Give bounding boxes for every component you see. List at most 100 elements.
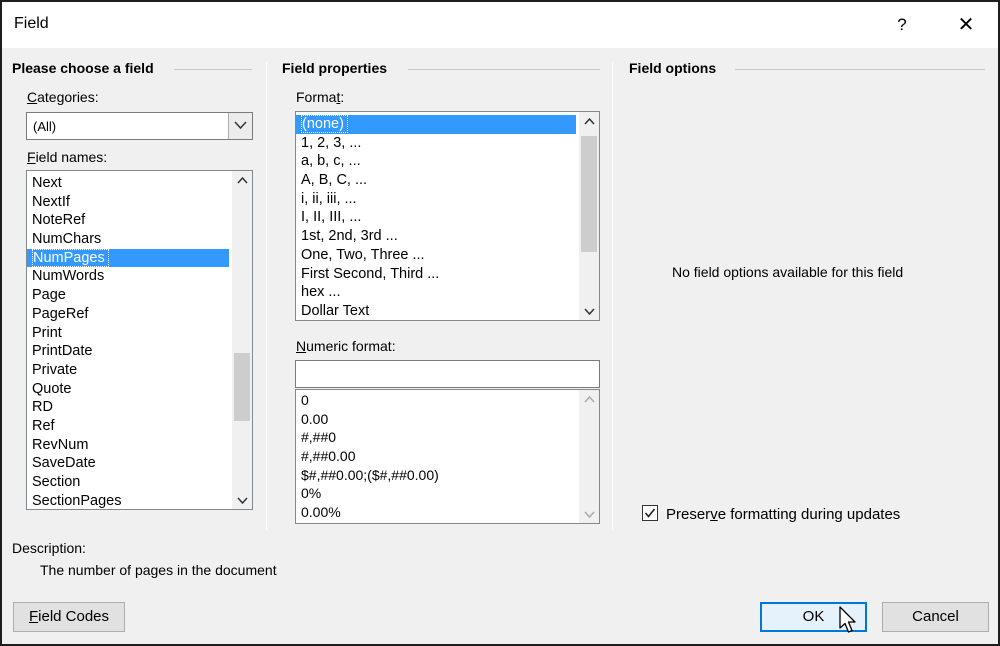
close-button[interactable]: ✕ (946, 8, 986, 42)
format-item-label: I, II, III, ... (301, 209, 362, 226)
format-scrollbar[interactable] (579, 112, 599, 320)
panel-separator (612, 62, 613, 530)
format-item-label: a, b, c, ... (301, 153, 361, 170)
format-item[interactable]: i, ii, iii, ... (296, 190, 576, 209)
scroll-down-button[interactable] (232, 491, 252, 509)
field-name-item[interactable]: RD (27, 398, 229, 417)
chevron-up-icon (584, 118, 595, 125)
field-name-item[interactable]: PrintDate (27, 342, 229, 361)
group-divider (735, 69, 985, 70)
numeric-format-item[interactable]: $#,##0.00;($#,##0.00) (296, 466, 576, 485)
preserve-formatting-checkbox[interactable] (642, 505, 658, 521)
numeric-format-item[interactable]: 0 (296, 391, 576, 410)
format-item[interactable]: Dollar Text (296, 302, 576, 320)
field-name-item[interactable]: Next (27, 174, 229, 193)
group-divider (408, 69, 600, 70)
scroll-down-button[interactable] (579, 302, 599, 320)
format-item-label: A, B, C, ... (301, 172, 368, 189)
numeric-format-item[interactable]: 0% (296, 484, 576, 503)
field-name-item-label: PageRef (32, 305, 89, 322)
scroll-thumb[interactable] (581, 136, 597, 252)
field-name-item[interactable]: SaveDate (27, 454, 229, 473)
field-name-item-label: Next (32, 175, 62, 191)
numeric-format-item-label: 0.00% (301, 504, 341, 521)
scroll-up-button[interactable] (232, 171, 252, 189)
scroll-thumb[interactable] (234, 353, 250, 421)
field-name-item[interactable]: NumPages (27, 248, 229, 268)
format-item[interactable]: 1, 2, 3, ... (296, 134, 576, 153)
format-item[interactable]: (none) (296, 115, 576, 134)
field-codes-button[interactable]: Field Codes (13, 602, 125, 632)
format-label: Format: (296, 89, 345, 105)
format-item[interactable]: a, b, c, ... (296, 152, 576, 171)
format-item-label: One, Two, Three ... (301, 246, 425, 263)
format-item-label: hex ... (301, 284, 341, 301)
help-button[interactable]: ? (882, 8, 922, 42)
field-options-group-title: Field options (629, 60, 717, 76)
field-name-item[interactable]: Print (27, 324, 229, 343)
field-name-item[interactable]: Private (27, 361, 229, 380)
format-item-label: 1st, 2nd, 3rd ... (301, 228, 398, 245)
field-name-item[interactable]: PageRef (27, 305, 229, 324)
cancel-button[interactable]: Cancel (882, 602, 989, 632)
numeric-format-item[interactable]: 0.00% (296, 503, 576, 522)
dropdown-button[interactable] (228, 113, 252, 139)
format-item[interactable]: hex ... (296, 283, 576, 302)
chevron-up-icon (584, 396, 595, 403)
format-item-label: First Second, Third ... (301, 265, 440, 282)
format-item[interactable]: I, II, III, ... (296, 208, 576, 227)
chevron-up-icon (237, 177, 248, 184)
numeric-format-item[interactable]: #,##0.00 (296, 447, 576, 466)
field-names-items: Next NextIf NoteRef NumChars NumPages NumWord… (27, 174, 229, 509)
scroll-down-button[interactable] (579, 505, 599, 523)
field-name-item[interactable]: NumChars (27, 230, 229, 249)
field-name-item-label: NoteRef (32, 212, 86, 229)
format-item[interactable]: A, B, C, ... (296, 171, 576, 190)
field-name-item-label: NumChars (32, 231, 102, 248)
numeric-format-item-label: 0% (301, 485, 322, 502)
field-name-item-label: NextIf (32, 193, 70, 210)
field-name-item[interactable]: NumWords (27, 267, 229, 286)
mouse-pointer-icon (839, 606, 856, 633)
field-dialog: Field ? ✕ Please choose a field Categori… (0, 0, 1000, 646)
field-name-item[interactable]: Section (27, 473, 229, 492)
field-name-item[interactable]: NoteRef (27, 211, 229, 230)
field-names-scrollbar[interactable] (232, 171, 252, 509)
numeric-format-item[interactable]: 0.00 (296, 410, 576, 429)
numeric-format-item[interactable]: #,##0 (296, 428, 576, 447)
format-item-label: (none) (301, 115, 348, 133)
numeric-format-scrollbar[interactable] (579, 390, 599, 523)
field-names-label: Field names: (27, 149, 108, 165)
group-divider (174, 69, 252, 70)
format-list[interactable]: (none) 1, 2, 3, ... a, b, c, ... A, B, C, .… (295, 111, 600, 321)
field-name-item-label: NumWords (32, 268, 105, 285)
field-properties-group-title: Field properties (282, 60, 388, 76)
format-item[interactable]: One, Two, Three ... (296, 246, 576, 265)
numeric-format-label: Numeric format: (296, 338, 396, 354)
field-name-item[interactable]: Page (27, 286, 229, 305)
format-item[interactable]: First Second, Third ... (296, 265, 576, 284)
numeric-format-input[interactable] (295, 360, 600, 388)
scroll-up-button[interactable] (579, 112, 599, 130)
choose-field-group-title: Please choose a field (12, 60, 154, 76)
field-name-item-label: RevNum (32, 436, 89, 453)
dialog-title: Field (14, 15, 49, 32)
scroll-up-button[interactable] (579, 390, 599, 408)
categories-dropdown[interactable]: (All) (26, 112, 253, 140)
numeric-format-item-label: #,##0.00 (301, 448, 356, 465)
preserve-formatting-label[interactable]: Preserve formatting during updates (666, 506, 900, 523)
numeric-format-item-label: #,##0 (301, 429, 337, 446)
field-name-item-label: Section (32, 474, 81, 490)
field-name-item-label: NumPages (32, 248, 109, 267)
field-name-item-label: RD (32, 399, 53, 416)
field-name-item[interactable]: Quote (27, 380, 229, 399)
format-item[interactable]: 1st, 2nd, 3rd ... (296, 227, 576, 246)
numeric-format-list[interactable]: 0 0.00 #,##0 #,##0.00 $#,##0.00;($#,##0.00) 0… (295, 389, 600, 524)
field-name-item[interactable]: Ref (27, 417, 229, 436)
chevron-down-icon (584, 308, 595, 315)
field-names-list[interactable]: Next NextIf NoteRef NumChars NumPages NumWord… (26, 170, 253, 510)
field-name-item[interactable]: SectionPages (27, 492, 229, 509)
field-name-item[interactable]: NextIf (27, 193, 229, 212)
check-icon (644, 508, 656, 518)
field-name-item[interactable]: RevNum (27, 436, 229, 455)
